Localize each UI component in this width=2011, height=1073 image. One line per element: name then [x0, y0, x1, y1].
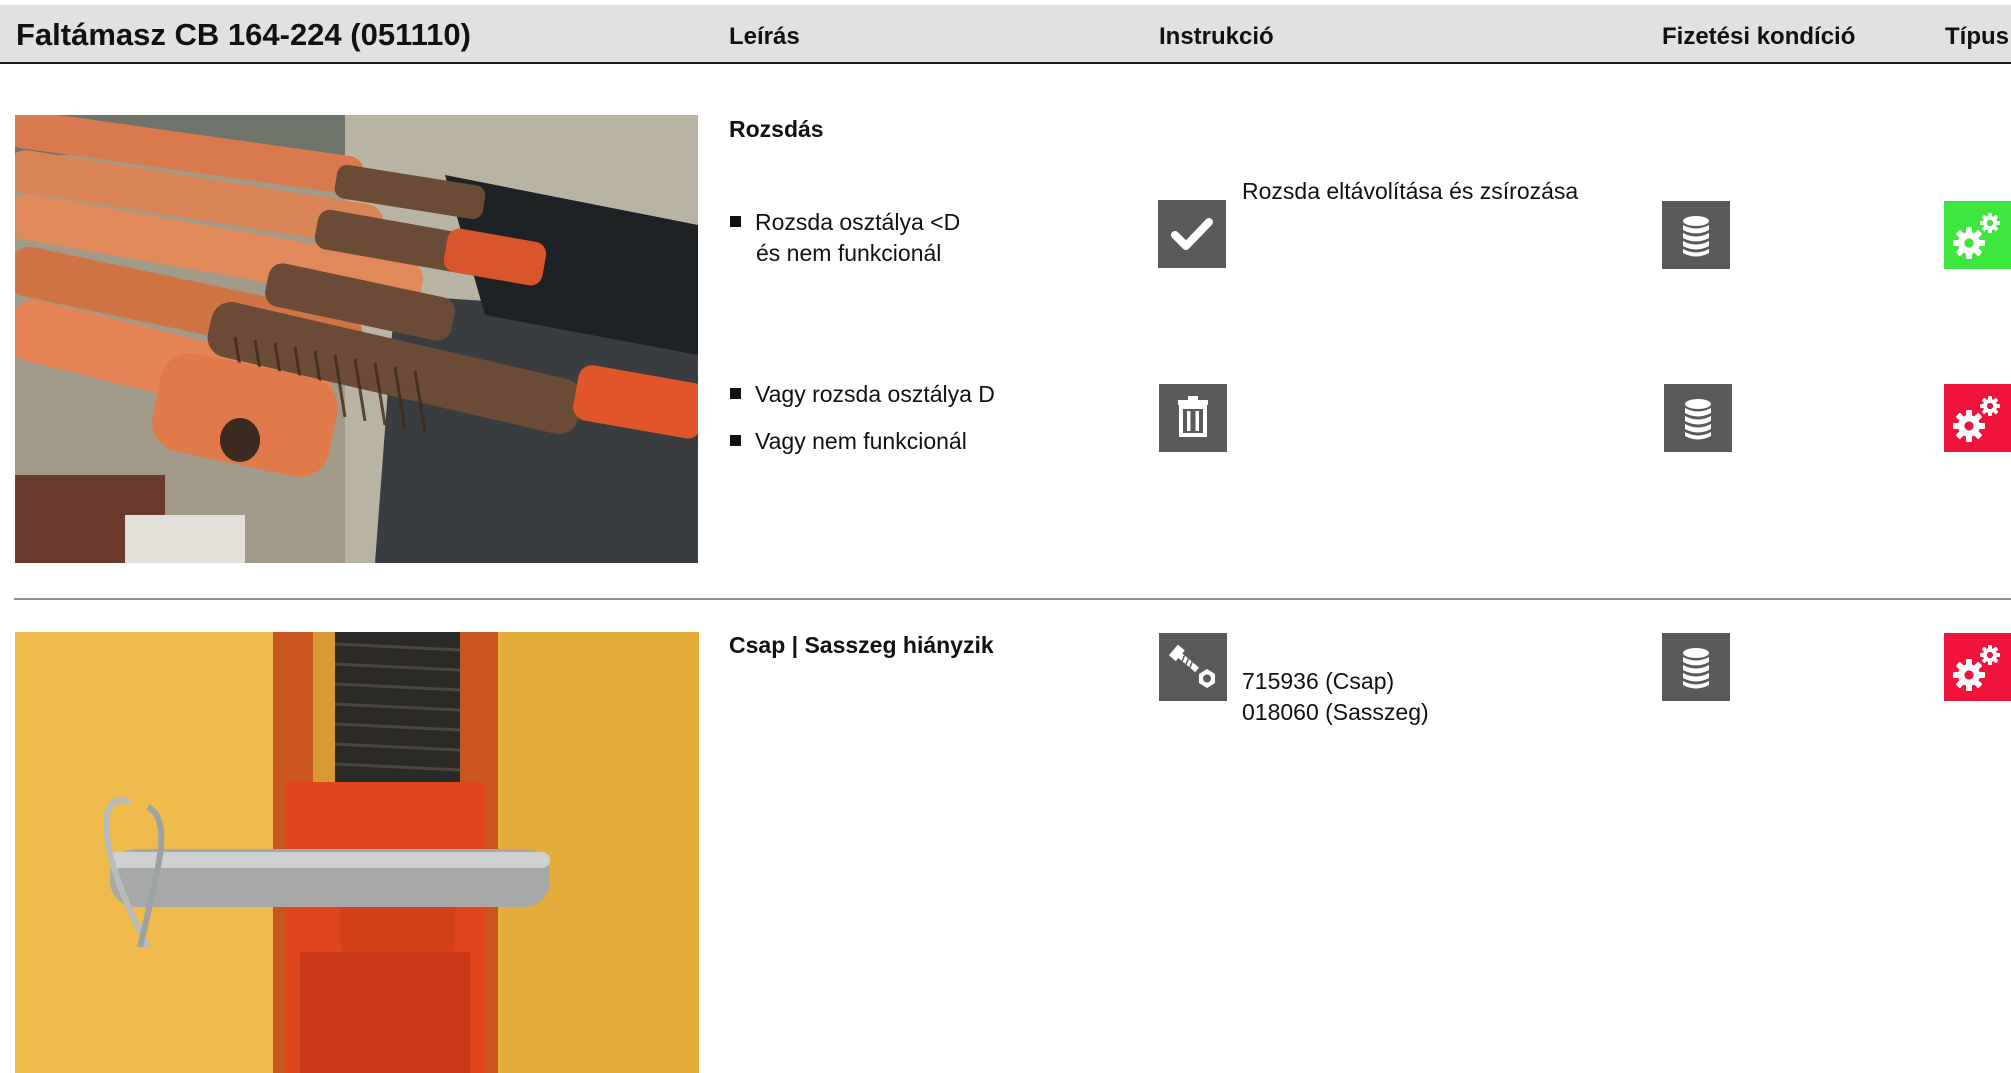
trash-icon — [1159, 384, 1227, 452]
instruction-text-rust-removal: Rozsda eltávolítása és zsírozása — [1242, 178, 1579, 204]
gears-icon — [1944, 384, 2011, 452]
section-divider — [14, 598, 2011, 600]
case-1-condition: Rozsda osztálya <D — [730, 207, 960, 238]
section-heading-rusty: Rozsdás — [729, 116, 824, 142]
bolt-nut-icon — [1159, 633, 1227, 701]
pin-photo — [15, 632, 699, 1073]
section-heading-pin-missing: Csap | Sasszeg hiányzik — [729, 632, 994, 658]
gears-icon — [1944, 633, 2011, 701]
column-header-instruction: Instrukció — [1159, 23, 1274, 50]
coin-stack-icon — [1664, 384, 1732, 452]
case-2-line-2: Vagy nem funkcionál — [755, 428, 967, 454]
case-1-line-2: és nem funkcionál — [756, 240, 942, 266]
bullet-marker — [730, 435, 741, 447]
case-1-line-1: Rozsda osztálya <D — [755, 209, 961, 235]
case-2-line-1: Vagy rozsda osztálya D — [755, 381, 995, 407]
coin-stack-icon — [1662, 201, 1730, 269]
instruction-part-pin: 715936 (Csap) — [1242, 668, 1395, 694]
bullet-marker — [730, 388, 741, 400]
check-icon — [1158, 200, 1226, 268]
column-header-type: Típus — [1945, 23, 2009, 50]
coin-stack-icon — [1662, 633, 1730, 701]
column-header-payment: Fizetési kondíció — [1662, 23, 1856, 50]
gears-icon — [1944, 201, 2011, 269]
table-header: Faltámasz CB 164-224 (051110) Leírás Ins… — [0, 5, 2011, 64]
rusty-props-photo — [15, 115, 698, 563]
case-2-condition-2: Vagy nem funkcionál — [730, 426, 967, 457]
instruction-part-cotter: 018060 (Sasszeg) — [1242, 699, 1429, 725]
page-title: Faltámasz CB 164-224 (051110) — [16, 17, 471, 52]
column-header-description: Leírás — [729, 23, 800, 50]
case-2-condition-1: Vagy rozsda osztálya D — [730, 379, 995, 410]
bullet-marker — [730, 216, 741, 228]
